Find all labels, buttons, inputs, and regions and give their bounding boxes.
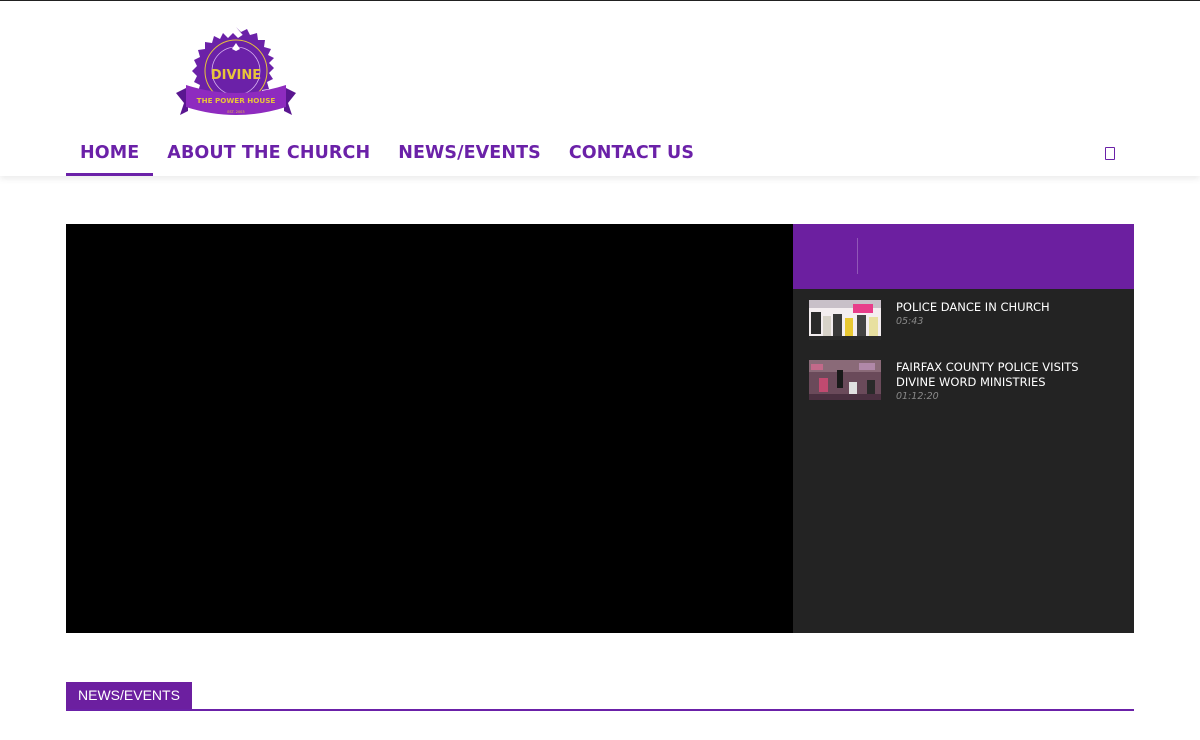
logo-main-text: DIVINE [211, 68, 261, 83]
video-thumbnail [809, 360, 881, 400]
playlist-item[interactable]: FAIRFAX COUNTY POLICE VISITS DIVINE WORD… [809, 360, 1096, 402]
search-icon [1105, 146, 1115, 160]
main-nav: HOME ABOUT THE CHURCH NEWS/EVENTS CONTAC… [66, 129, 708, 177]
church-logo[interactable]: DIVINE THE POWER HOUSE EST. 2003 [174, 27, 298, 121]
playlist-item-duration: 01:12:20 [896, 391, 939, 402]
video-playlist: POLICE DANCE IN CHURCH 05:43 FAIRFAX COU… [793, 224, 1134, 633]
nav-item-about[interactable]: ABOUT THE CHURCH [153, 129, 384, 177]
playlist-header [793, 224, 1134, 289]
playlist-item-title: FAIRFAX COUNTY POLICE VISITS DIVINE WORD… [896, 360, 1079, 389]
video-player[interactable] [66, 224, 793, 633]
nav-item-news-events[interactable]: NEWS/EVENTS [384, 129, 555, 177]
logo-small-text: EST. 2003 [227, 110, 244, 114]
nav-item-contact[interactable]: CONTACT US [555, 129, 708, 177]
news-events-section-header: NEWS/EVENTS [66, 682, 1134, 711]
search-button[interactable] [1100, 143, 1120, 163]
video-thumbnail [809, 300, 881, 340]
logo-ribbon-text: THE POWER HOUSE [197, 96, 276, 105]
playlist-item-duration: 05:43 [896, 316, 924, 327]
playlist-item-title: POLICE DANCE IN CHURCH [896, 300, 1050, 314]
playlist-item[interactable]: POLICE DANCE IN CHURCH 05:43 [809, 300, 1096, 340]
site-header: DIVINE THE POWER HOUSE EST. 2003 HOME AB… [0, 1, 1200, 176]
playlist-header-divider [857, 238, 858, 274]
nav-item-home[interactable]: HOME [66, 129, 154, 177]
section-title[interactable]: NEWS/EVENTS [66, 682, 192, 709]
